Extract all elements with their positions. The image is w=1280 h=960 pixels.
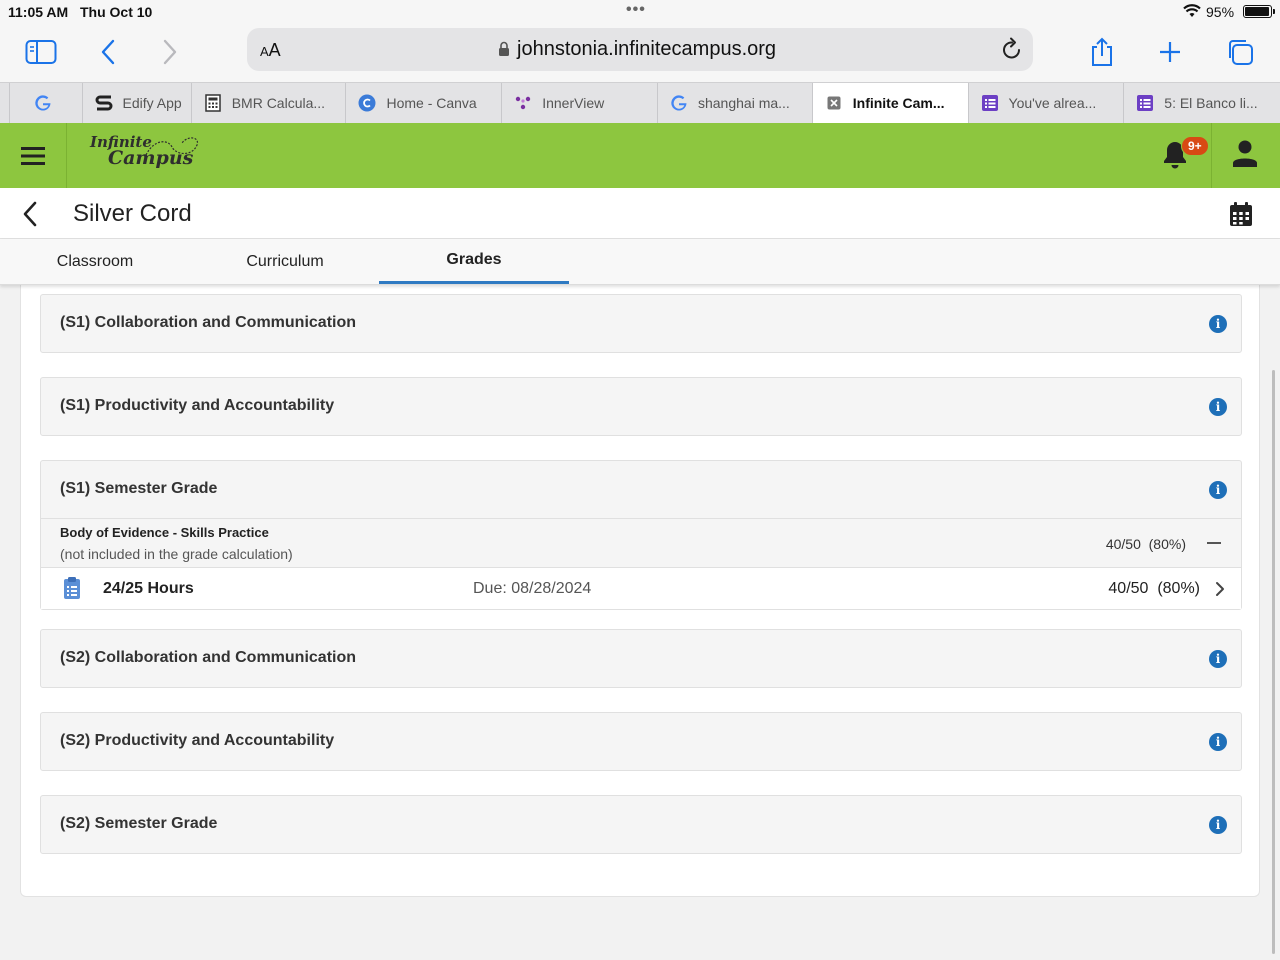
info-icon[interactable]: i: [1209, 816, 1227, 834]
browser-tab-label: Home - Canva: [386, 95, 477, 111]
user-account-icon[interactable]: [1232, 140, 1258, 173]
grade-card-title: (S2) Semester Grade: [60, 815, 218, 832]
grade-card: (S1) Collaboration and Communication i: [40, 294, 1242, 353]
evidence-subtitle: (not included in the grade calculation): [60, 546, 293, 562]
sidebar-icon[interactable]: [23, 34, 59, 70]
grade-card-title: (S1) Productivity and Accountability: [60, 397, 335, 414]
body-of-evidence-row[interactable]: Body of Evidence - Skills Practice (not …: [41, 518, 1241, 567]
new-tab-icon[interactable]: [1152, 34, 1188, 70]
status-time: 11:05 AM: [8, 4, 69, 20]
status-bar: 11:05 AM Thu Oct 10 ••• 95%: [0, 0, 1280, 24]
browser-tab-shanghai[interactable]: shanghai ma...: [658, 83, 813, 123]
collapse-icon[interactable]: [1207, 542, 1221, 544]
page-title: Silver Cord: [73, 200, 192, 227]
browser-tab-label: Infinite Cam...: [852, 95, 945, 111]
google-icon: [670, 94, 688, 112]
wifi-icon: [1183, 4, 1201, 21]
notification-badge: 9+: [1181, 136, 1209, 156]
battery-icon: [1243, 5, 1275, 18]
logo-swirl-icon: [145, 137, 199, 156]
reload-icon[interactable]: [1001, 37, 1023, 66]
browser-toolbar: AA johnstonia.infinitecampus.org: [0, 24, 1280, 82]
assignment-score: 40/50 (80%): [1108, 580, 1200, 597]
grade-card-header[interactable]: (S2) Semester Grade i: [41, 796, 1241, 853]
browser-tab-forms-2[interactable]: 5: El Banco li...: [1124, 83, 1280, 123]
grade-card-title: (S2) Productivity and Accountability: [60, 732, 335, 749]
canva-icon: [358, 94, 376, 112]
assignment-due-date: Due: 08/28/2024: [473, 580, 592, 597]
grade-card-header[interactable]: (S2) Productivity and Accountability i: [41, 713, 1241, 770]
grade-card-header[interactable]: (S1) Semester Grade i: [41, 461, 1241, 518]
clipboard-icon: [63, 576, 81, 605]
page-title-bar: Silver Cord: [0, 188, 1280, 239]
innerview-icon: [514, 94, 532, 112]
browser-tab-google[interactable]: [10, 83, 83, 123]
menu-icon[interactable]: [0, 123, 67, 188]
header-divider: [1211, 123, 1212, 188]
browser-tab-label: You've alrea...: [1008, 95, 1097, 111]
tab-strip-spacer: [0, 83, 10, 123]
chevron-right-icon[interactable]: [1215, 581, 1225, 602]
share-icon[interactable]: [1084, 34, 1120, 70]
close-icon[interactable]: [825, 94, 843, 112]
assignment-row[interactable]: 24/25 Hours Due: 08/28/2024 40/50 (80%): [41, 567, 1241, 609]
url-text: johnstonia.infinitecampus.org: [517, 38, 777, 60]
back-arrow-icon[interactable]: [22, 201, 38, 232]
browser-tab-label: shanghai ma...: [697, 95, 790, 111]
tab-curriculum[interactable]: Curriculum: [190, 239, 380, 284]
forms-icon: [1136, 94, 1154, 112]
grade-card-header[interactable]: (S1) Productivity and Accountability i: [41, 378, 1241, 435]
grade-card: (S2) Semester Grade i: [40, 795, 1242, 854]
evidence-title: Body of Evidence - Skills Practice: [60, 525, 269, 540]
browser-tab-bmr[interactable]: BMR Calcula...: [192, 83, 347, 123]
grade-card: (S1) Productivity and Accountability i: [40, 377, 1242, 436]
grade-card-title: (S1) Collaboration and Communication: [60, 314, 357, 331]
infinite-campus-logo[interactable]: Infinite Campus: [90, 133, 199, 169]
grade-card-expanded: (S1) Semester Grade i Body of Evidence -…: [40, 460, 1242, 610]
info-icon[interactable]: i: [1209, 733, 1227, 751]
text-size-button[interactable]: AA: [260, 40, 281, 61]
browser-tab-label: Edify App: [122, 95, 182, 111]
tab-grades[interactable]: Grades: [379, 239, 569, 284]
grade-card-title: (S1) Semester Grade: [60, 480, 218, 497]
browser-tab-infinite-campus[interactable]: Infinite Cam...: [812, 83, 969, 123]
info-icon[interactable]: i: [1209, 315, 1227, 333]
browser-tab-canva[interactable]: Home - Canva: [346, 83, 503, 123]
grade-card-title: (S2) Collaboration and Communication: [60, 649, 357, 666]
edify-icon: [95, 94, 113, 112]
info-icon[interactable]: i: [1209, 481, 1227, 499]
browser-tab-label: BMR Calcula...: [231, 95, 326, 111]
forms-icon: [981, 94, 999, 112]
multitasking-dots-icon[interactable]: •••: [626, 1, 646, 19]
tab-overview-icon[interactable]: [1222, 34, 1258, 70]
app-header: Infinite Campus 9+: [0, 123, 1280, 188]
address-bar[interactable]: AA johnstonia.infinitecampus.org: [247, 28, 1033, 71]
grade-card: (S2) Collaboration and Communication i: [40, 629, 1242, 688]
info-icon[interactable]: i: [1209, 398, 1227, 416]
section-tabs: Classroom Curriculum Grades: [0, 239, 1280, 285]
google-icon: [34, 94, 52, 112]
browser-tab-label: InnerView: [542, 95, 605, 111]
grades-panel: (S1) Collaboration and Communication i (…: [20, 285, 1260, 897]
forward-nav-icon[interactable]: [152, 34, 188, 70]
browser-tab-forms-1[interactable]: You've alrea...: [969, 83, 1125, 123]
browser-tab-strip: Edify App BMR Calcula... Home - Canva In…: [0, 82, 1280, 123]
lock-icon: [498, 41, 510, 62]
status-date: Thu Oct 10: [80, 4, 153, 20]
browser-tab-edify[interactable]: Edify App: [83, 83, 192, 123]
calculator-icon: [204, 94, 222, 112]
battery-percent: 95%: [1206, 4, 1235, 20]
browser-tab-label: 5: El Banco li...: [1164, 95, 1258, 111]
grade-card-header[interactable]: (S2) Collaboration and Communication i: [41, 630, 1241, 687]
grade-card: (S2) Productivity and Accountability i: [40, 712, 1242, 771]
page-scrollbar[interactable]: [1272, 370, 1275, 954]
grade-card-header[interactable]: (S1) Collaboration and Communication i: [41, 295, 1241, 352]
calendar-icon[interactable]: [1229, 201, 1253, 232]
assignment-name: 24/25 Hours: [103, 580, 194, 597]
browser-tab-innerview[interactable]: InnerView: [502, 83, 658, 123]
tab-classroom[interactable]: Classroom: [0, 239, 190, 284]
back-nav-icon[interactable]: [90, 34, 126, 70]
info-icon[interactable]: i: [1209, 650, 1227, 668]
evidence-score: 40/50 (80%): [1105, 536, 1186, 552]
